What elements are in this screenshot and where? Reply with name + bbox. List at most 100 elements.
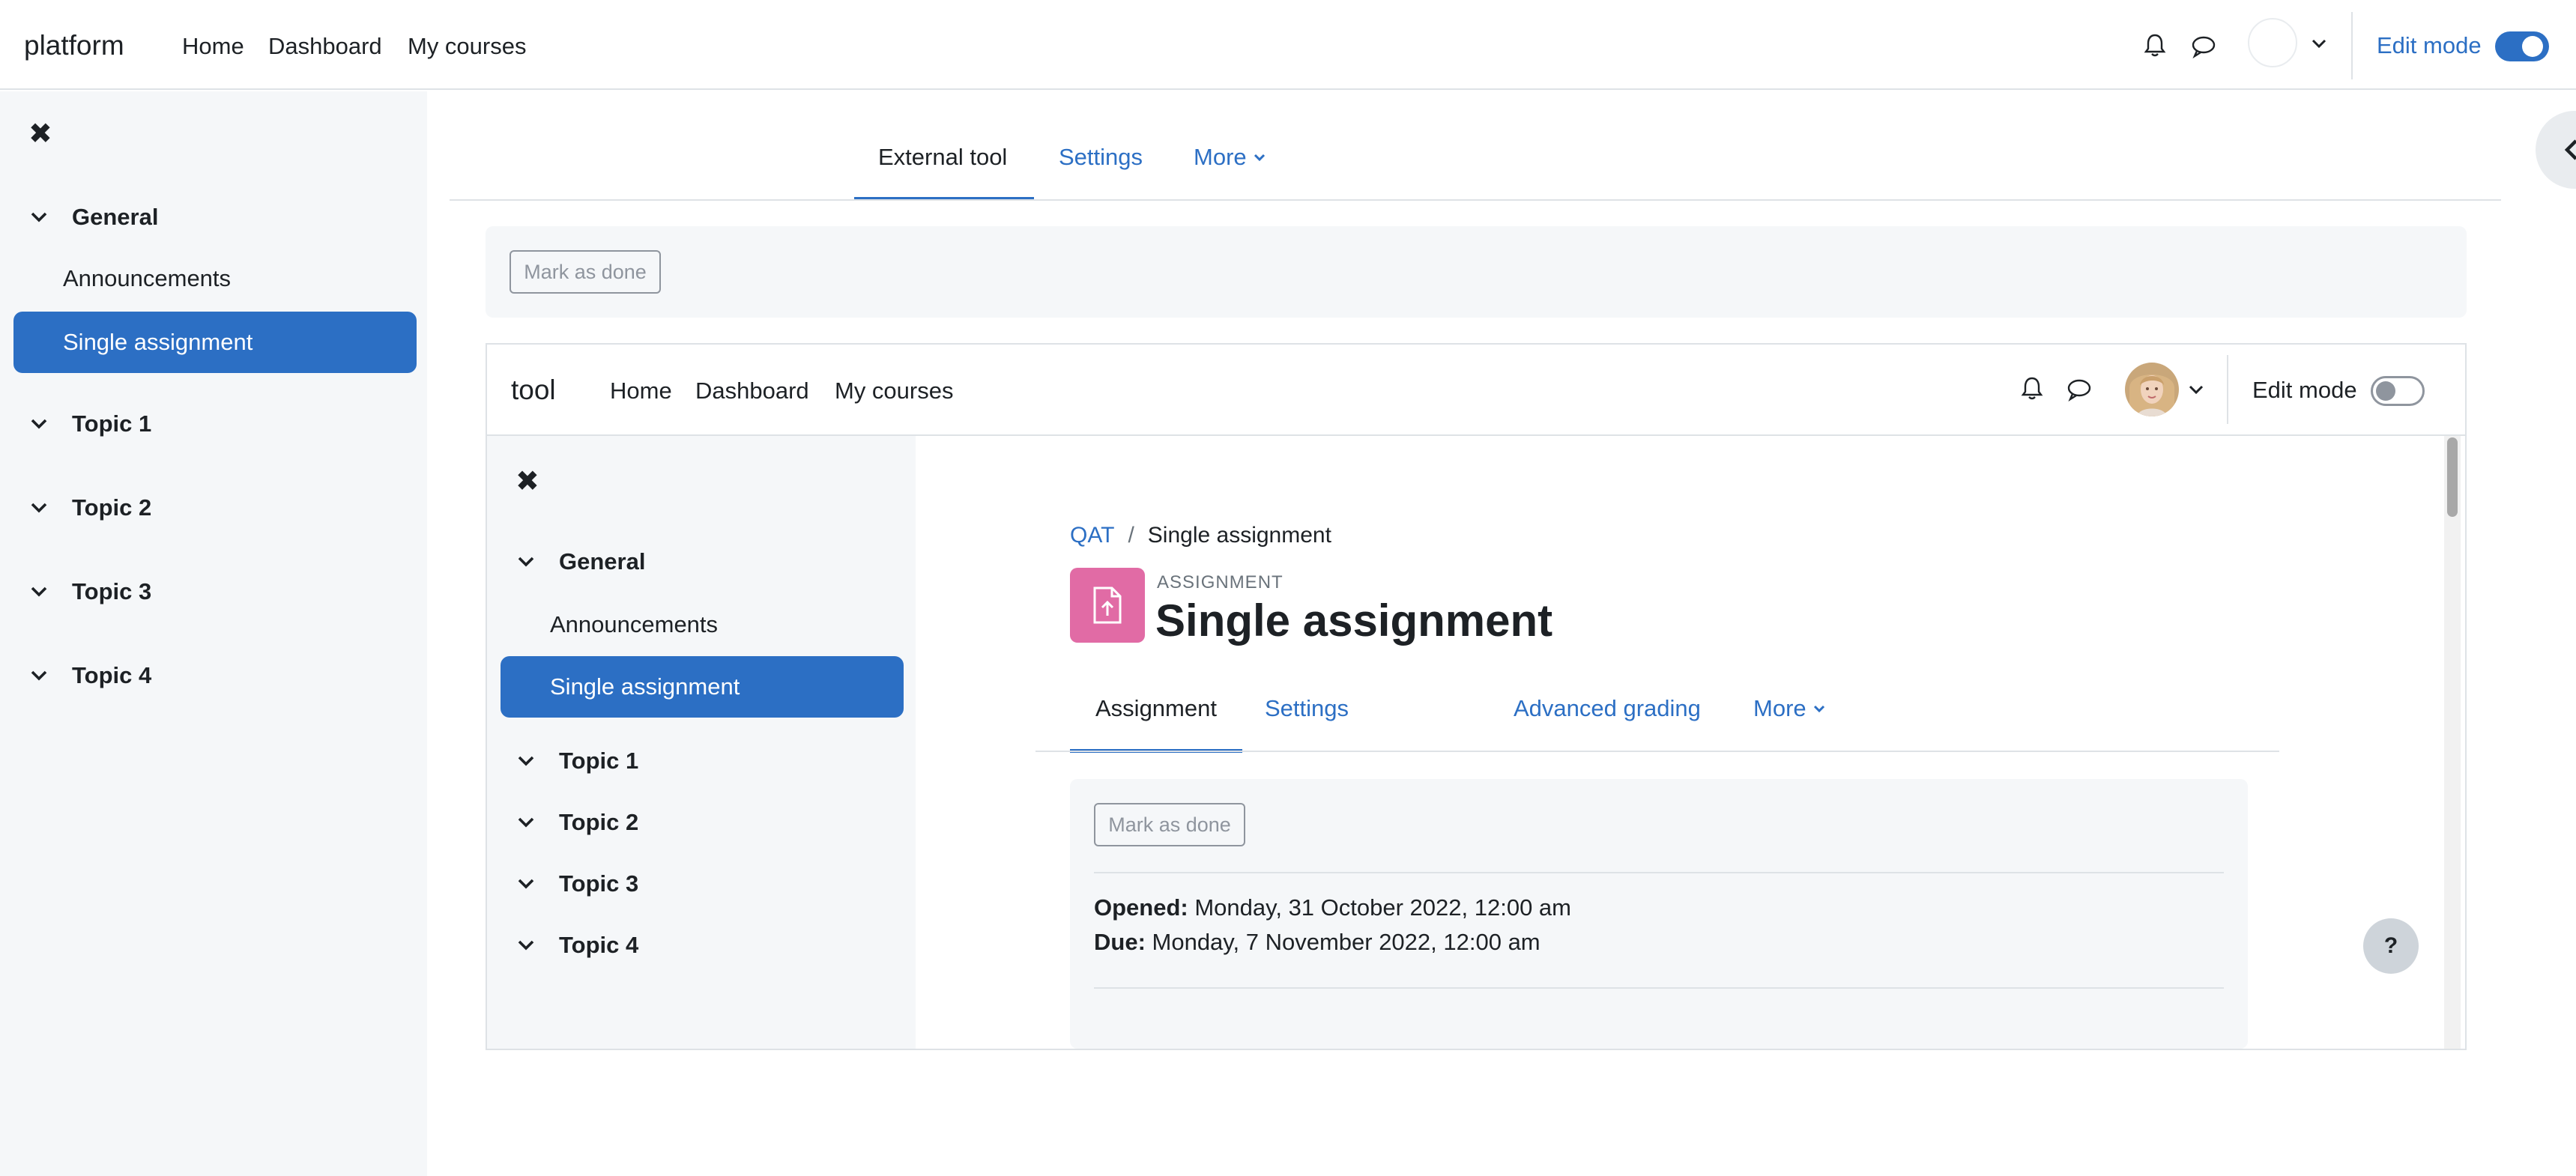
section-topic-2[interactable]: Topic 2 xyxy=(515,809,638,836)
section-general-label: General xyxy=(559,548,646,575)
chevron-down-icon xyxy=(31,503,47,513)
chevron-down-icon xyxy=(518,940,534,951)
drawer-item-announcements[interactable]: Announcements xyxy=(63,265,231,292)
chevron-left-icon xyxy=(2564,139,2576,160)
help-button[interactable]: ? xyxy=(2363,918,2419,974)
due-value: Monday, 7 November 2022, 12:00 am xyxy=(1152,929,1541,955)
section-topic-label: Topic 2 xyxy=(72,494,152,521)
assignment-activity-icon xyxy=(1070,568,1145,643)
notifications-bell-icon[interactable] xyxy=(2020,376,2044,401)
nav-dashboard[interactable]: Dashboard xyxy=(268,33,382,60)
mark-as-done-button[interactable]: Mark as done xyxy=(1094,803,1245,846)
course-index-drawer: ✖ General Announcements Single assignmen… xyxy=(0,91,427,1176)
chevron-down-icon xyxy=(518,879,534,889)
drawer-item-label: Single assignment xyxy=(550,673,740,700)
edit-mode-label: Edit mode xyxy=(2377,32,2482,58)
tabs-divider xyxy=(1035,751,2279,752)
section-general-label: General xyxy=(72,204,159,230)
section-topic-3[interactable]: Topic 3 xyxy=(28,578,151,605)
inner-edit-mode-label: Edit mode xyxy=(2252,377,2357,403)
user-menu-chevron-down-icon[interactable] xyxy=(2188,384,2204,395)
section-topic-4[interactable]: Topic 4 xyxy=(28,662,151,689)
chevron-down-icon xyxy=(518,817,534,828)
messages-chat-icon[interactable] xyxy=(2191,34,2216,58)
inner-main-content: QAT / Single assignment ASSIGNMENT Singl… xyxy=(916,436,2465,1049)
drawer-item-single-assignment[interactable]: Single assignment xyxy=(501,656,904,718)
section-topic-label: Topic 1 xyxy=(72,410,152,437)
section-topic-label: Topic 2 xyxy=(559,809,639,835)
close-drawer-icon[interactable]: ✖ xyxy=(515,464,539,498)
tab-assignment[interactable]: Assignment xyxy=(1095,695,1217,722)
tab-more[interactable]: More xyxy=(1194,144,1266,171)
tab-settings[interactable]: Settings xyxy=(1265,695,1349,722)
activity-completion-panel xyxy=(486,226,2467,318)
section-topic-2[interactable]: Topic 2 xyxy=(28,494,151,521)
breadcrumb-course-link[interactable]: QAT xyxy=(1070,523,1114,548)
messages-chat-icon[interactable] xyxy=(2066,378,2092,401)
toggle-knob xyxy=(2376,381,2395,401)
due-date: Due: Monday, 7 November 2022, 12:00 am xyxy=(1094,929,1541,956)
chevron-down-icon xyxy=(31,212,47,222)
inner-nav-my-courses[interactable]: My courses xyxy=(835,378,953,404)
inner-course-index-drawer: ✖ General Announcements Single assignmen… xyxy=(487,436,916,1049)
panel-divider xyxy=(1094,987,2224,989)
inner-nav-dashboard[interactable]: Dashboard xyxy=(695,378,809,404)
chevron-down-icon xyxy=(31,419,47,429)
tab-external-tool[interactable]: External tool xyxy=(878,144,1007,171)
external-tool-frame: tool Home Dashboard My courses Edit mode… xyxy=(486,343,2467,1050)
section-topic-label: Topic 1 xyxy=(559,748,639,774)
navbar-divider xyxy=(2351,12,2353,79)
tabs-divider xyxy=(450,199,2501,201)
edit-mode-toggle[interactable] xyxy=(2495,31,2549,61)
breadcrumb: QAT / Single assignment xyxy=(1070,523,1331,548)
nav-home[interactable]: Home xyxy=(182,33,244,60)
drawer-item-label: Single assignment xyxy=(63,329,253,355)
section-general[interactable]: General xyxy=(28,204,158,231)
drawer-item-announcements[interactable]: Announcements xyxy=(550,611,718,638)
inner-site-brand[interactable]: tool xyxy=(511,375,556,406)
chevron-down-icon xyxy=(31,587,47,597)
section-topic-3[interactable]: Topic 3 xyxy=(515,870,638,897)
toggle-knob xyxy=(2522,36,2543,57)
user-menu-chevron-down-icon[interactable] xyxy=(2311,37,2327,49)
section-topic-label: Topic 4 xyxy=(559,932,639,958)
tab-settings[interactable]: Settings xyxy=(1059,144,1143,171)
chevron-down-icon xyxy=(518,557,534,567)
inner-edit-mode-toggle[interactable] xyxy=(2371,376,2425,406)
drawer-item-single-assignment[interactable]: Single assignment xyxy=(13,312,417,373)
nav-my-courses[interactable]: My courses xyxy=(408,33,526,60)
page-title: Single assignment xyxy=(1155,595,1553,646)
top-navbar: platform Home Dashboard My courses Edit … xyxy=(0,0,2576,90)
chevron-down-icon xyxy=(518,756,534,766)
opened-date: Opened: Monday, 31 October 2022, 12:00 a… xyxy=(1094,894,1571,921)
activity-type-label: ASSIGNMENT xyxy=(1157,572,1284,592)
tab-more-label: More xyxy=(1194,144,1247,170)
inner-nav-home[interactable]: Home xyxy=(610,378,672,404)
section-topic-4[interactable]: Topic 4 xyxy=(515,932,638,959)
tab-more-label: More xyxy=(1753,695,1806,721)
opened-value: Monday, 31 October 2022, 12:00 am xyxy=(1194,894,1571,921)
site-brand[interactable]: platform xyxy=(24,30,124,61)
user-avatar[interactable] xyxy=(2125,363,2179,416)
notifications-bell-icon[interactable] xyxy=(2143,33,2167,58)
section-topic-1[interactable]: Topic 1 xyxy=(515,748,638,775)
inner-scrollbar-thumb[interactable] xyxy=(2447,437,2458,517)
panel-divider xyxy=(1094,872,2224,873)
tab-more[interactable]: More xyxy=(1753,695,1826,722)
breadcrumb-separator: / xyxy=(1128,523,1134,548)
section-topic-label: Topic 3 xyxy=(72,578,152,604)
navbar-divider xyxy=(2227,355,2228,424)
section-general[interactable]: General xyxy=(515,548,645,575)
close-drawer-icon[interactable]: ✖ xyxy=(28,117,52,151)
section-topic-1[interactable]: Topic 1 xyxy=(28,410,151,437)
mark-as-done-button[interactable]: Mark as done xyxy=(510,250,661,294)
file-upload-icon xyxy=(1093,587,1122,624)
user-avatar[interactable] xyxy=(2248,18,2297,67)
tab-advanced-grading[interactable]: Advanced grading xyxy=(1514,695,1701,722)
inner-scrollbar-track[interactable] xyxy=(2444,436,2461,1049)
block-drawer-toggle[interactable] xyxy=(2536,111,2576,189)
section-topic-label: Topic 3 xyxy=(559,870,639,897)
section-topic-label: Topic 4 xyxy=(72,662,152,688)
chevron-down-icon xyxy=(31,670,47,681)
opened-label: Opened: xyxy=(1094,894,1188,921)
